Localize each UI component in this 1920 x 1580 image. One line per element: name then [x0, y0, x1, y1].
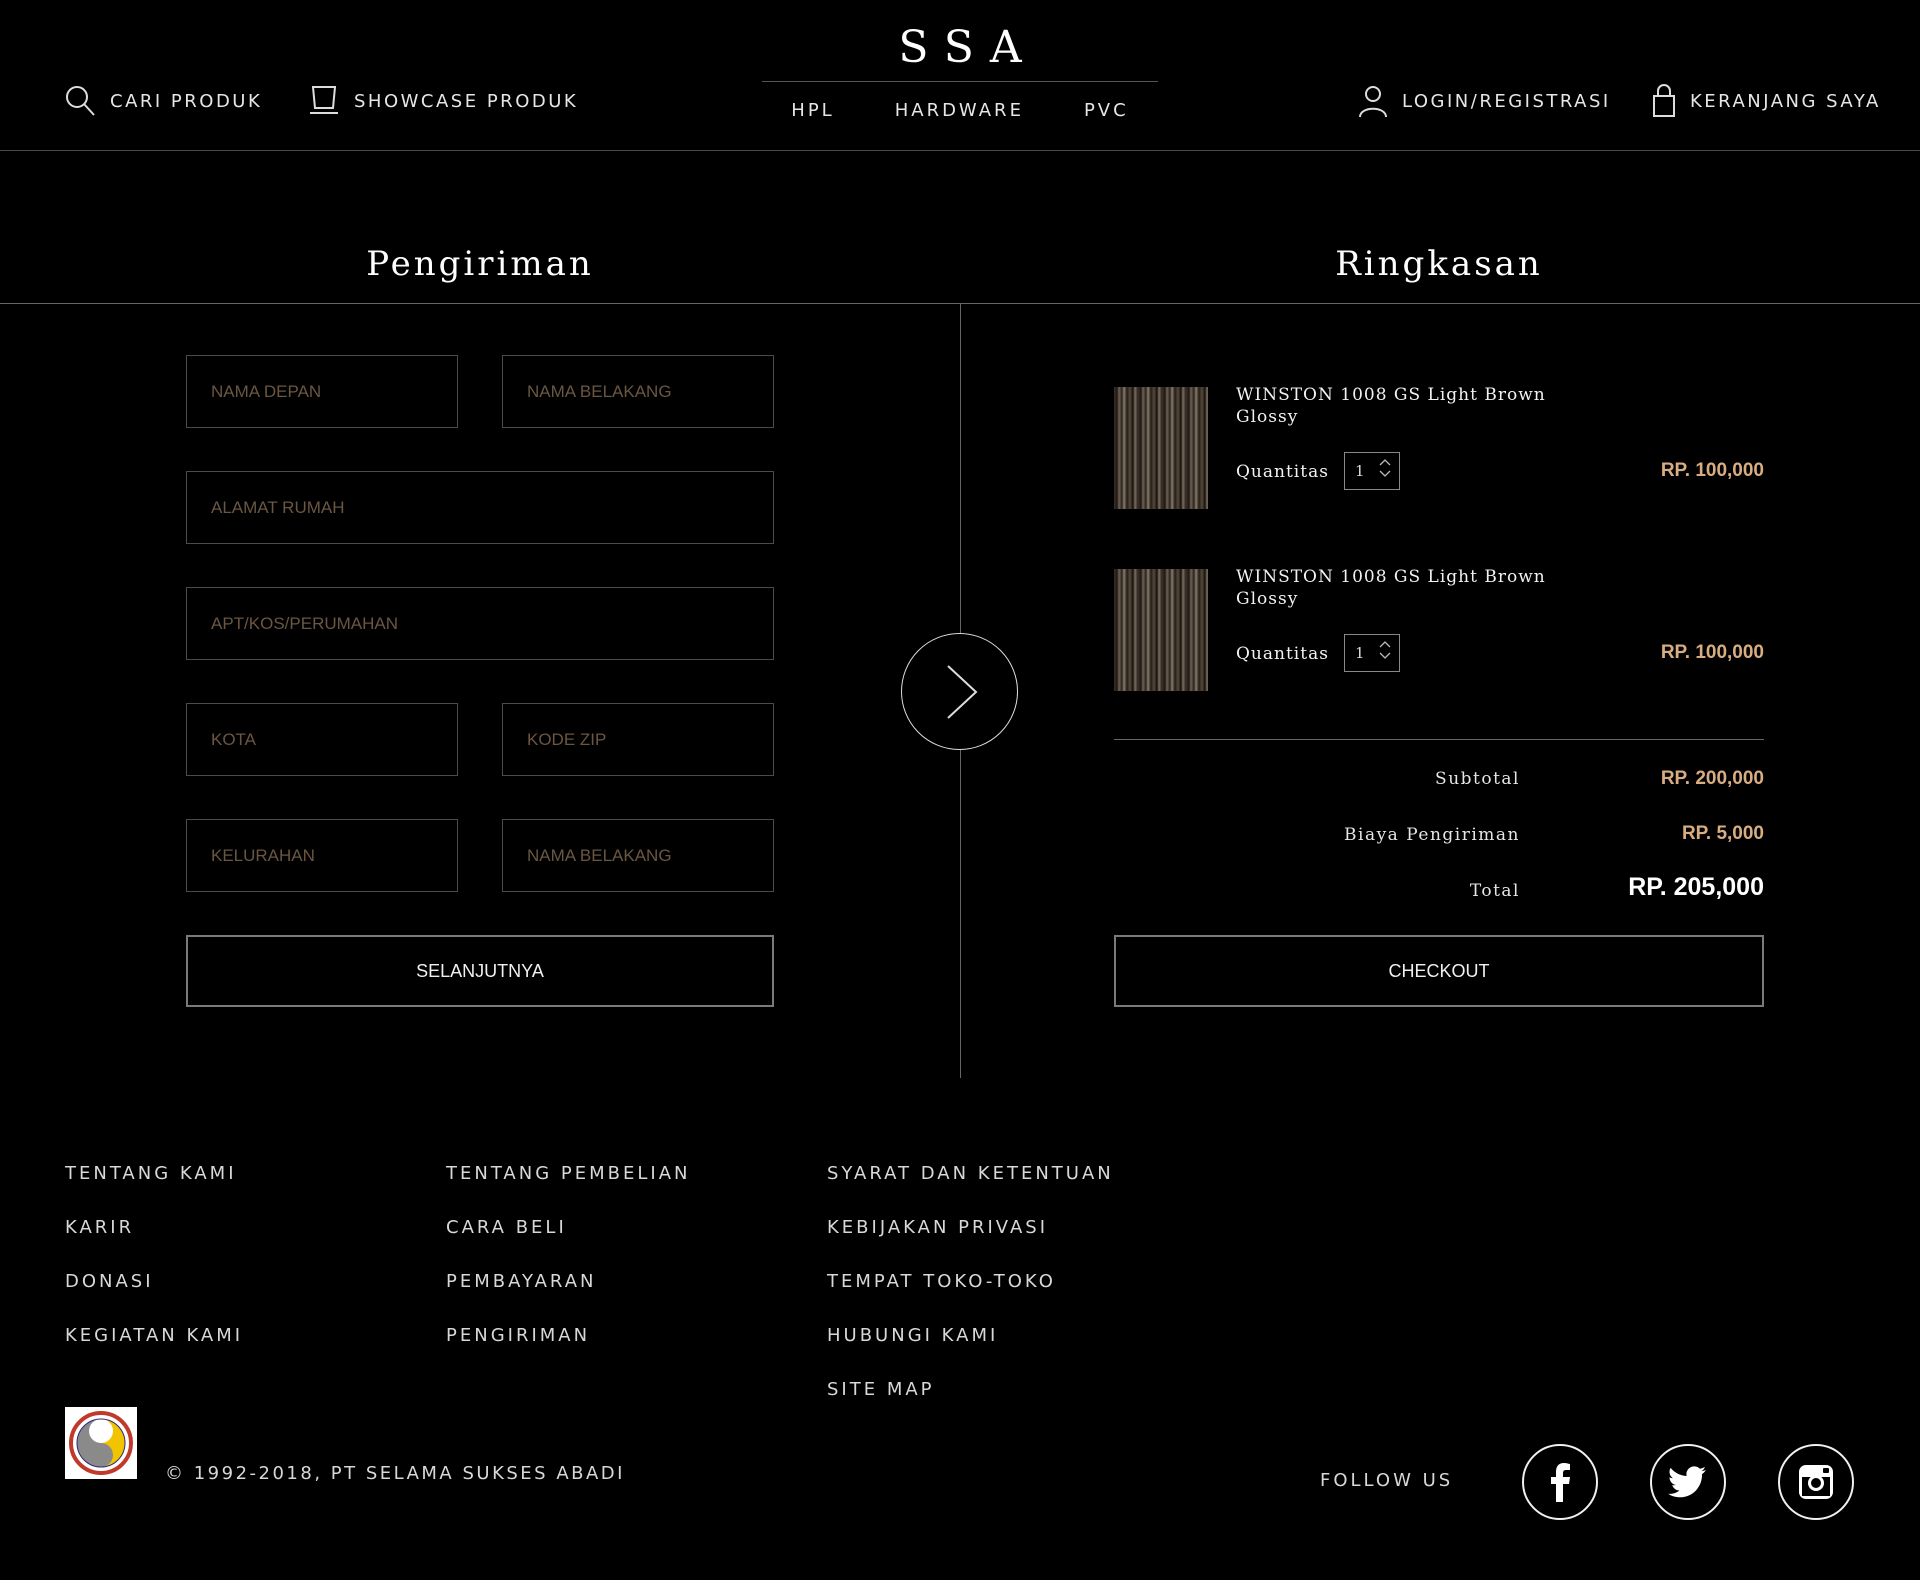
shipping-cost-label: Biaya Pengiriman — [1344, 825, 1520, 845]
company-badge-logo — [65, 1407, 137, 1479]
footer-link[interactable]: CARA BELI — [446, 1217, 567, 1238]
footer-link[interactable]: KEBIJAKAN PRIVASI — [827, 1217, 1048, 1238]
shipping-cost-value: RP. 5,000 — [1681, 823, 1764, 844]
kelurahan-field[interactable] — [186, 819, 458, 892]
instagram-icon — [1799, 1465, 1833, 1499]
footer-link[interactable]: TENTANG PEMBELIAN — [446, 1163, 690, 1184]
search-link[interactable]: CARI PRODUK — [64, 84, 262, 118]
footer-link[interactable]: HUBUNGI KAMI — [827, 1325, 998, 1346]
twitter-icon — [1668, 1466, 1706, 1498]
search-icon — [64, 84, 96, 118]
nav-pvc[interactable]: PVC — [1054, 100, 1159, 121]
footer-link[interactable]: TEMPAT TOKO-TOKO — [827, 1271, 1056, 1292]
item-price: RP. 100,000 — [1660, 642, 1764, 663]
quantity-value: 1 — [1355, 644, 1365, 662]
address-input[interactable] — [211, 497, 773, 518]
footer-link[interactable]: PENGIRIMAN — [446, 1325, 590, 1346]
facebook-icon — [1551, 1463, 1570, 1502]
item-name: WINSTON 1008 GS Light Brown Glossy — [1236, 567, 1546, 609]
search-label: CARI PRODUK — [110, 90, 263, 112]
chevron-down-icon[interactable] — [1379, 652, 1391, 660]
footer-link[interactable]: SITE MAP — [827, 1379, 935, 1400]
last-name-field-2[interactable] — [502, 819, 774, 892]
footer-link[interactable]: DONASI — [65, 1271, 154, 1292]
logo-divider — [762, 81, 1158, 82]
item-name: WINSTON 1008 GS Light Brown Glossy — [1236, 385, 1546, 427]
first-name-field[interactable] — [186, 355, 458, 428]
product-thumbnail — [1114, 387, 1208, 509]
twitter-button[interactable] — [1650, 1444, 1726, 1520]
last-name-input-2[interactable] — [527, 845, 773, 866]
quantity-stepper[interactable]: 1 — [1344, 634, 1400, 672]
footer-link[interactable]: PEMBAYARAN — [446, 1271, 597, 1292]
chevron-up-icon[interactable] — [1379, 640, 1391, 648]
showcase-icon — [308, 84, 340, 118]
instagram-button[interactable] — [1778, 1444, 1854, 1520]
product-thumbnail — [1114, 569, 1208, 691]
footer-link[interactable]: TENTANG KAMI — [65, 1163, 237, 1184]
footer-link[interactable]: SYARAT DAN KETENTUAN — [827, 1163, 1114, 1184]
next-step-button[interactable] — [901, 633, 1018, 750]
city-input[interactable] — [211, 729, 457, 750]
chevron-down-icon[interactable] — [1379, 470, 1391, 478]
summary-divider — [1114, 739, 1764, 740]
nav-hardware[interactable]: HARDWARE — [865, 100, 1054, 121]
zip-input[interactable] — [527, 729, 773, 750]
quantity-label: Quantitas — [1236, 462, 1329, 482]
nav-hpl[interactable]: HPL — [761, 100, 864, 121]
quantity-label: Quantitas — [1236, 644, 1329, 664]
footer-link[interactable]: KARIR — [65, 1217, 134, 1238]
category-nav: HPL HARDWARE PVC — [762, 96, 1158, 124]
zip-field[interactable] — [502, 703, 774, 776]
user-icon — [1358, 84, 1388, 118]
site-logo[interactable]: SSA — [760, 22, 1160, 73]
header-divider — [0, 150, 1920, 151]
next-button[interactable]: SELANJUTNYA — [186, 935, 774, 1007]
showcase-label: SHOWCASE PRODUK — [354, 90, 579, 112]
city-field[interactable] — [186, 703, 458, 776]
subtotal-label: Subtotal — [1435, 769, 1520, 789]
follow-us-label: FOLLOW US — [1320, 1470, 1454, 1491]
address-field[interactable] — [186, 471, 774, 544]
cart-link[interactable]: KERANJANG SAYA — [1652, 84, 1881, 118]
shipping-title: Pengiriman — [366, 244, 594, 284]
apt-field[interactable] — [186, 587, 774, 660]
subtotal-value: RP. 200,000 — [1660, 768, 1764, 789]
copyright-text: © 1992-2018, PT SELAMA SUKSES ABADI — [165, 1463, 625, 1484]
shopping-bag-icon — [1652, 84, 1676, 118]
last-name-field[interactable] — [502, 355, 774, 428]
chevron-right-icon — [947, 665, 978, 719]
quantity-value: 1 — [1355, 462, 1365, 480]
login-link[interactable]: LOGIN/REGISTRASI — [1358, 84, 1611, 118]
item-price: RP. 100,000 — [1660, 460, 1764, 481]
checkout-button[interactable]: CHECKOUT — [1114, 935, 1764, 1007]
quantity-stepper[interactable]: 1 — [1344, 452, 1400, 490]
footer-link[interactable]: KEGIATAN KAMI — [65, 1325, 243, 1346]
cart-label: KERANJANG SAYA — [1690, 90, 1881, 112]
chevron-up-icon[interactable] — [1379, 458, 1391, 466]
first-name-input[interactable] — [211, 381, 457, 402]
kelurahan-input[interactable] — [211, 845, 457, 866]
showcase-link[interactable]: SHOWCASE PRODUK — [308, 84, 578, 118]
apt-input[interactable] — [211, 613, 773, 634]
total-value: RP. 205,000 — [1628, 873, 1764, 901]
last-name-input[interactable] — [527, 381, 773, 402]
summary-title: Ringkasan — [1335, 244, 1543, 284]
total-label: Total — [1469, 881, 1520, 901]
login-label: LOGIN/REGISTRASI — [1402, 90, 1611, 112]
facebook-button[interactable] — [1522, 1444, 1598, 1520]
